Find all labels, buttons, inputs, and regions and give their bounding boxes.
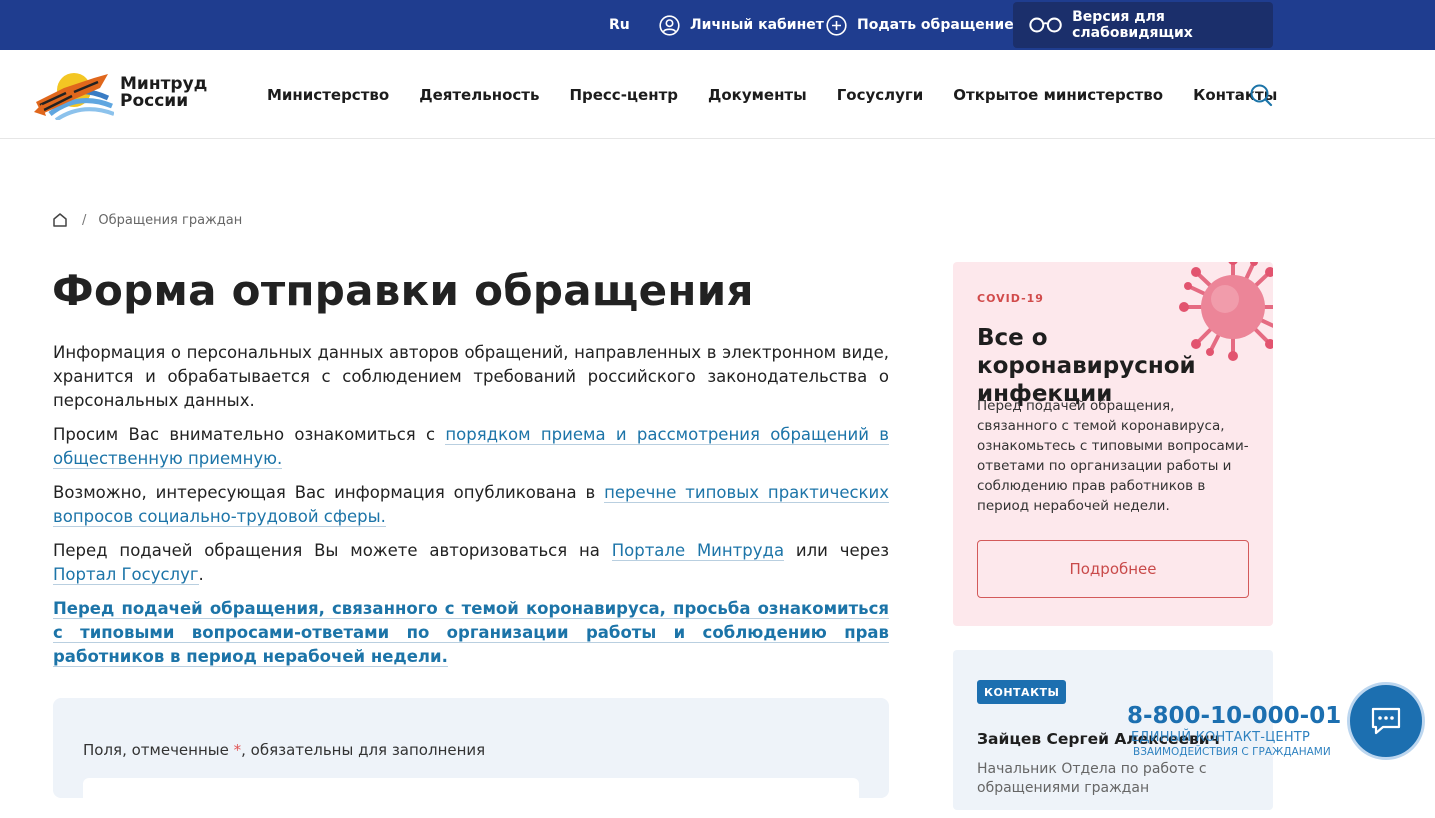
home-icon[interactable] bbox=[52, 212, 68, 228]
breadcrumb: / Обращения граждан bbox=[52, 212, 242, 228]
intro-content: Информация о персональных данных авторов… bbox=[53, 341, 890, 679]
nav-item-gosuslugi[interactable]: Госуслуги bbox=[837, 86, 924, 104]
main-nav: Министерство Деятельность Пресс-центр До… bbox=[267, 50, 1307, 139]
nav-item-documents[interactable]: Документы bbox=[708, 86, 807, 104]
top-bar: Ru Личный кабинет Подать обращение Верси… bbox=[0, 0, 1435, 50]
contacts-tag: КОНТАКТЫ bbox=[977, 680, 1067, 704]
chat-icon bbox=[1371, 707, 1401, 735]
auth-text-2: или через bbox=[784, 541, 889, 560]
auth-text-3: . bbox=[198, 565, 204, 584]
search-icon[interactable] bbox=[1249, 83, 1273, 107]
procedure-paragraph: Просим Вас внимательно ознакомиться с по… bbox=[53, 423, 890, 471]
nav-item-open-ministry[interactable]: Открытое министерство bbox=[953, 86, 1163, 104]
logo-line-2: России bbox=[120, 91, 189, 111]
required-fields-note: Поля, отмеченные *, обязательны для запо… bbox=[83, 741, 485, 759]
covid-paragraph: Перед подачей обращения, связанного с те… bbox=[53, 597, 889, 669]
nav-item-press-center[interactable]: Пресс-центр bbox=[569, 86, 678, 104]
breadcrumb-separator: / bbox=[82, 212, 87, 228]
mintrud-logo-icon[interactable] bbox=[34, 68, 114, 120]
contact-role: Начальник Отдела по работе с обращениями… bbox=[977, 761, 1207, 796]
personal-cabinet-link[interactable]: Личный кабинет bbox=[659, 0, 824, 50]
auth-text-1: Перед подачей обращения Вы можете автори… bbox=[53, 541, 612, 560]
covid-tag: COVID-19 bbox=[977, 292, 1044, 305]
nav-item-ministry[interactable]: Министерство bbox=[267, 86, 389, 104]
required-note-pre: Поля, отмеченные bbox=[83, 741, 234, 759]
required-note-post: , обязательны для заполнения bbox=[241, 741, 486, 759]
privacy-paragraph: Информация о персональных данных авторов… bbox=[53, 343, 889, 410]
page-title: Форма отправки обращения bbox=[52, 266, 754, 315]
language-label: Ru bbox=[609, 17, 630, 33]
logo-text[interactable]: Минтруд России bbox=[120, 76, 207, 110]
chat-button[interactable] bbox=[1347, 682, 1425, 760]
plus-circle-icon bbox=[826, 14, 847, 36]
hotline-label: ЕДИНЫЙ КОНТАКТ-ЦЕНТР bbox=[1131, 730, 1310, 745]
appeal-form: Поля, отмеченные *, обязательны для запо… bbox=[53, 698, 889, 818]
mintrud-portal-link[interactable]: Портале Минтруда bbox=[611, 541, 785, 561]
covid-more-button[interactable]: Подробнее bbox=[977, 540, 1249, 598]
nav-item-activity[interactable]: Деятельность bbox=[419, 86, 539, 104]
user-icon bbox=[659, 14, 680, 36]
faq-text: Возможно, интересующая Вас информация оп… bbox=[53, 483, 605, 502]
faq-paragraph: Возможно, интересующая Вас информация оп… bbox=[53, 481, 890, 529]
submit-appeal-label: Подать обращение bbox=[857, 17, 1014, 33]
personal-cabinet-label: Личный кабинет bbox=[690, 17, 824, 33]
gosuslugi-portal-link[interactable]: Портал Госуслуг bbox=[53, 565, 199, 585]
language-switch[interactable]: Ru bbox=[609, 0, 630, 50]
required-star: * bbox=[233, 741, 242, 759]
hotline-phone[interactable]: 8-800-10-000-01 bbox=[1127, 703, 1341, 729]
submit-appeal-link[interactable]: Подать обращение bbox=[826, 0, 1014, 50]
glasses-icon bbox=[1029, 17, 1062, 33]
procedure-text: Просим Вас внимательно ознакомиться с bbox=[53, 425, 446, 444]
hotline-sublabel: ВЗАИМОДЕЙСТВИЯ С ГРАЖДАНАМИ bbox=[1133, 746, 1331, 758]
covid-card: COVID-19 Все о коронавирусной инфекции П… bbox=[953, 262, 1273, 626]
main-header: Минтруд России Министерство Деятельность… bbox=[0, 50, 1435, 139]
auth-paragraph: Перед подачей обращения Вы можете автори… bbox=[53, 539, 889, 587]
low-vision-version-button[interactable]: Версия для слабовидящих bbox=[1013, 2, 1273, 48]
covid-description: Перед подачей обращения, связанного с те… bbox=[977, 398, 1249, 514]
low-vision-label: Версия для слабовидящих bbox=[1072, 9, 1193, 41]
covid-faq-link[interactable]: Перед подачей обращения, связанного с те… bbox=[53, 599, 889, 667]
form-first-field[interactable] bbox=[83, 778, 859, 818]
breadcrumb-current: Обращения граждан bbox=[98, 212, 243, 228]
